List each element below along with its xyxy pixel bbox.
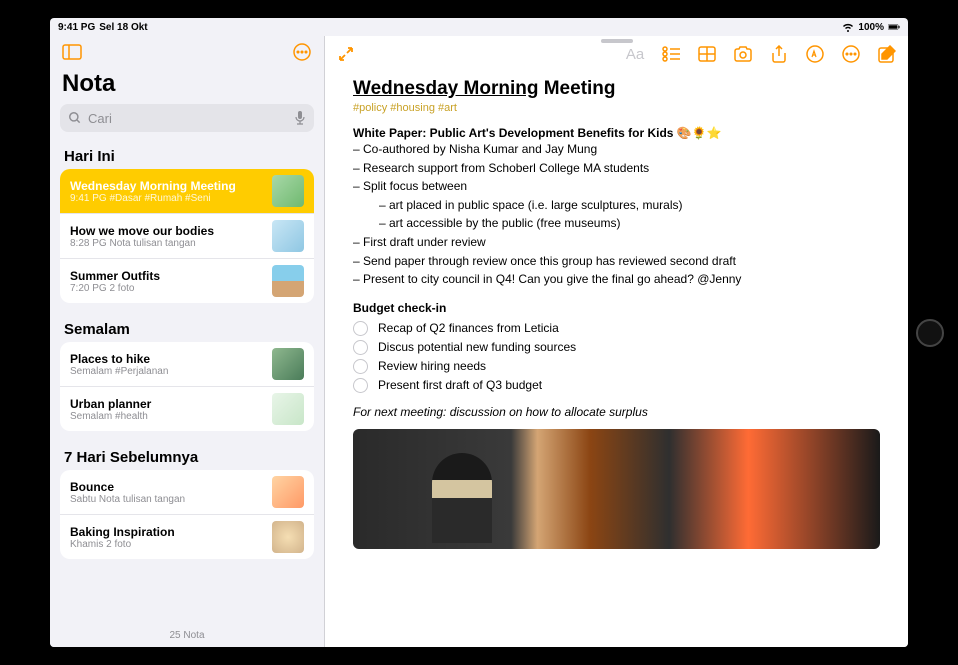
checklist-item[interactable]: Discus potential new funding sources bbox=[353, 338, 880, 357]
note-item-wednesday[interactable]: Wednesday Morning Meeting 9:41 PG #Dasar… bbox=[60, 169, 314, 214]
more-button[interactable] bbox=[840, 43, 862, 65]
note-item-hike[interactable]: Places to hike Semalam #Perjalanan bbox=[60, 342, 314, 387]
search-input[interactable] bbox=[88, 111, 288, 126]
wifi-icon bbox=[842, 21, 854, 33]
note-line: – First draft under review bbox=[353, 233, 880, 252]
status-bar: 9:41 PG Sel 18 Okt 100% bbox=[50, 18, 908, 36]
section-budget: Budget check-in bbox=[353, 301, 880, 315]
screen: 9:41 PG Sel 18 Okt 100% Nota bbox=[50, 18, 908, 647]
search-icon bbox=[68, 111, 82, 125]
checkbox-icon[interactable] bbox=[353, 340, 368, 355]
sidebar-toggle-button[interactable] bbox=[60, 40, 84, 64]
note-thumbnail bbox=[272, 521, 304, 553]
section-white-paper: White Paper: Public Art's Development Be… bbox=[353, 126, 880, 140]
section-header-yesterday: Semalam bbox=[60, 313, 314, 342]
note-line: – art placed in public space (i.e. large… bbox=[353, 196, 880, 215]
note-attached-image[interactable] bbox=[353, 429, 880, 549]
note-title: Places to hike bbox=[70, 352, 264, 366]
section-header-today: Hari Ini bbox=[60, 140, 314, 169]
note-count: 25 Nota bbox=[50, 626, 324, 647]
note-title: Bounce bbox=[70, 480, 264, 494]
more-options-button[interactable] bbox=[290, 40, 314, 64]
note-line: – Co-authored by Nisha Kumar and Jay Mun… bbox=[353, 140, 880, 159]
status-time: 9:41 PG bbox=[58, 22, 95, 33]
note-item-urban[interactable]: Urban planner Semalam #health bbox=[60, 387, 314, 431]
status-date: Sel 18 Okt bbox=[99, 22, 147, 33]
ipad-frame: 9:41 PG Sel 18 Okt 100% Nota bbox=[0, 0, 958, 665]
checkbox-icon[interactable] bbox=[353, 359, 368, 374]
format-button[interactable]: Aa bbox=[624, 43, 646, 65]
main-editor: Aa bbox=[325, 36, 908, 647]
note-heading: Wednesday Morning Meeting bbox=[353, 78, 880, 100]
note-title: Urban planner bbox=[70, 397, 264, 411]
checklist-item[interactable]: Review hiring needs bbox=[353, 357, 880, 376]
note-item-bodies[interactable]: How we move our bodies 8:28 PG Nota tuli… bbox=[60, 214, 314, 259]
note-italic-line: For next meeting: discussion on how to a… bbox=[353, 405, 880, 419]
markup-button[interactable] bbox=[804, 43, 826, 65]
sidebar-title: Nota bbox=[50, 68, 324, 104]
note-thumbnail bbox=[272, 265, 304, 297]
note-item-bounce[interactable]: Bounce Sabtu Nota tulisan tangan bbox=[60, 470, 314, 515]
checklist: Recap of Q2 finances from Leticia Discus… bbox=[353, 319, 880, 395]
note-title: Wednesday Morning Meeting bbox=[70, 179, 264, 193]
battery-percent: 100% bbox=[858, 22, 884, 33]
sidebar: Nota Hari Ini Wednesday Morning Meeting … bbox=[50, 36, 325, 647]
share-button[interactable] bbox=[768, 43, 790, 65]
note-thumbnail bbox=[272, 348, 304, 380]
note-sub: 9:41 PG #Dasar #Rumah #Seni bbox=[70, 193, 264, 204]
home-button[interactable] bbox=[916, 319, 944, 347]
notes-list[interactable]: Hari Ini Wednesday Morning Meeting 9:41 … bbox=[50, 140, 324, 626]
note-line: – Present to city council in Q4! Can you… bbox=[353, 270, 880, 289]
camera-button[interactable] bbox=[732, 43, 754, 65]
note-title: Summer Outfits bbox=[70, 269, 264, 283]
search-box[interactable] bbox=[60, 104, 314, 132]
note-line: – Send paper through review once this gr… bbox=[353, 252, 880, 271]
app-body: Nota Hari Ini Wednesday Morning Meeting … bbox=[50, 36, 908, 647]
note-thumbnail bbox=[272, 175, 304, 207]
compose-button[interactable] bbox=[876, 43, 898, 65]
note-sub: Khamis 2 foto bbox=[70, 539, 264, 550]
note-line: – Split focus between bbox=[353, 177, 880, 196]
note-item-summer[interactable]: Summer Outfits 7:20 PG 2 foto bbox=[60, 259, 314, 303]
checklist-item[interactable]: Present first draft of Q3 budget bbox=[353, 376, 880, 395]
note-sub: Sabtu Nota tulisan tangan bbox=[70, 494, 264, 505]
mic-icon[interactable] bbox=[294, 110, 306, 126]
note-tags: #policy #housing #art bbox=[353, 102, 880, 114]
note-sub: 7:20 PG 2 foto bbox=[70, 283, 264, 294]
note-thumbnail bbox=[272, 393, 304, 425]
note-line: – Research support from Schoberl College… bbox=[353, 159, 880, 178]
note-sub: Semalam #health bbox=[70, 411, 264, 422]
checklist-button[interactable] bbox=[660, 43, 682, 65]
table-button[interactable] bbox=[696, 43, 718, 65]
checkbox-icon[interactable] bbox=[353, 378, 368, 393]
note-item-baking[interactable]: Baking Inspiration Khamis 2 foto bbox=[60, 515, 314, 559]
note-line: – art accessible by the public (free mus… bbox=[353, 214, 880, 233]
drag-handle-icon[interactable] bbox=[601, 39, 633, 43]
battery-icon bbox=[888, 21, 900, 33]
note-sub: 8:28 PG Nota tulisan tangan bbox=[70, 238, 264, 249]
note-thumbnail bbox=[272, 476, 304, 508]
note-thumbnail bbox=[272, 220, 304, 252]
note-sub: Semalam #Perjalanan bbox=[70, 366, 264, 377]
checkbox-icon[interactable] bbox=[353, 321, 368, 336]
checklist-item[interactable]: Recap of Q2 finances from Leticia bbox=[353, 319, 880, 338]
expand-button[interactable] bbox=[335, 43, 357, 65]
section-header-7days: 7 Hari Sebelumnya bbox=[60, 441, 314, 470]
note-title: How we move our bodies bbox=[70, 224, 264, 238]
note-body[interactable]: Wednesday Morning Meeting #policy #housi… bbox=[325, 72, 908, 647]
note-title: Baking Inspiration bbox=[70, 525, 264, 539]
